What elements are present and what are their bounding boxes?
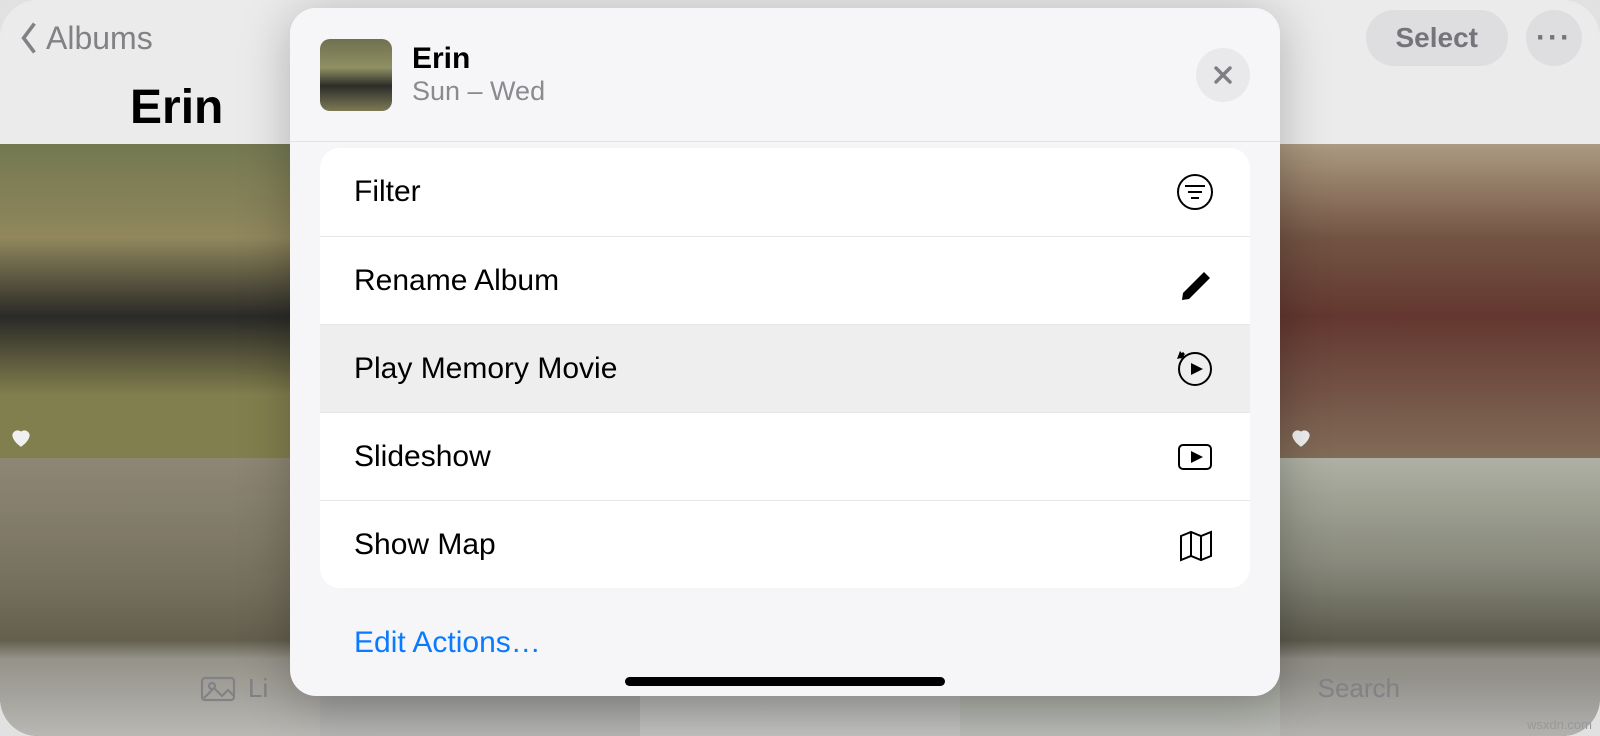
edit-actions-label: Edit Actions… <box>354 626 541 659</box>
action-sheet: Erin Sun – Wed Filter Rename Album <box>290 8 1280 696</box>
memory-play-icon <box>1174 348 1216 390</box>
play-rect-icon <box>1174 436 1216 478</box>
sheet-header: Erin Sun – Wed <box>290 8 1280 142</box>
action-label: Show Map <box>354 528 496 562</box>
sheet-titles: Erin Sun – Wed <box>412 42 545 108</box>
close-button[interactable] <box>1196 48 1250 102</box>
action-slideshow[interactable]: Slideshow <box>320 412 1250 500</box>
action-label: Slideshow <box>354 440 491 474</box>
watermark: wsxdn.com <box>1527 717 1592 732</box>
action-label: Play Memory Movie <box>354 352 617 386</box>
edit-actions-link[interactable]: Edit Actions… <box>354 626 1280 660</box>
action-rename-album[interactable]: Rename Album <box>320 236 1250 324</box>
action-label: Filter <box>354 175 421 209</box>
action-show-map[interactable]: Show Map <box>320 500 1250 588</box>
action-play-memory-movie[interactable]: Play Memory Movie <box>320 324 1250 412</box>
home-indicator[interactable] <box>625 677 945 686</box>
action-filter[interactable]: Filter <box>320 148 1250 236</box>
sheet-title: Erin <box>412 42 545 77</box>
sheet-thumbnail <box>320 39 392 111</box>
pencil-icon <box>1174 260 1216 302</box>
sheet-subtitle: Sun – Wed <box>412 76 545 107</box>
filter-icon <box>1174 171 1216 213</box>
map-icon <box>1174 524 1216 566</box>
action-label: Rename Album <box>354 264 559 298</box>
close-icon <box>1211 63 1235 87</box>
action-list: Filter Rename Album Play Memory Movie <box>320 148 1250 588</box>
sheet-body: Filter Rename Album Play Memory Movie <box>290 142 1280 660</box>
